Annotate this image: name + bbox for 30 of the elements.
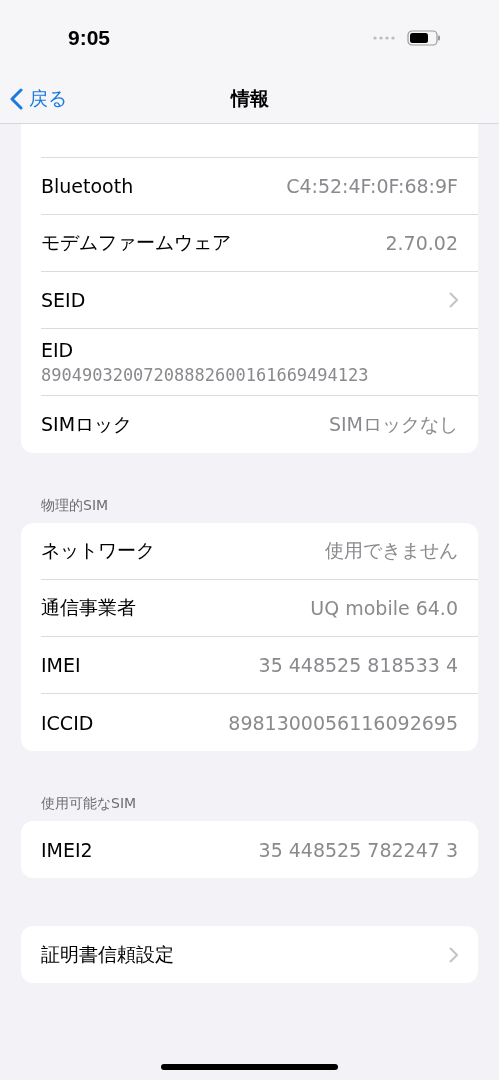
signal-icon xyxy=(373,35,395,40)
back-button[interactable]: 戻る xyxy=(10,86,67,112)
row-label: IMEI xyxy=(41,654,81,676)
row-label: ネットワーク xyxy=(41,538,155,563)
row-label: Bluetooth xyxy=(41,175,134,197)
row-value: C4:52:4F:0F:68:9F xyxy=(286,175,458,197)
row-label: 通信事業者 xyxy=(41,595,136,620)
settings-row[interactable]: 証明書信頼設定 xyxy=(41,926,478,983)
status-time: 9:05 xyxy=(68,25,111,50)
row-label: SIMロック xyxy=(41,411,133,437)
settings-row[interactable]: SEID xyxy=(41,272,478,329)
row-label: ICCID xyxy=(41,711,94,734)
row-label: モデムファームウェア xyxy=(41,230,231,255)
row-label: IMEI2 xyxy=(41,838,93,861)
nav-title: 情報 xyxy=(230,87,269,109)
chevron-icon xyxy=(449,946,458,963)
row-value: SIMロックなし xyxy=(328,411,458,437)
row-value: 35 448525 818533 4 xyxy=(258,654,458,676)
row-value: UQ mobile 64.0 xyxy=(310,597,458,619)
battery-icon xyxy=(407,29,441,46)
section-header: 使用可能なSIM xyxy=(40,795,138,813)
section-header: 物理的SIM xyxy=(40,497,110,515)
chevron-icon xyxy=(449,292,458,308)
row-value: 89049032007208882600161669494123 xyxy=(41,365,369,385)
row-value: 2.70.02 xyxy=(385,232,458,254)
row-value: 8981300056116092695 xyxy=(228,711,458,734)
row-value: 35 448525 782247 3 xyxy=(258,838,458,861)
chevron-icon xyxy=(10,88,23,110)
row-label: EID xyxy=(41,339,74,361)
row-value: 使用できません xyxy=(325,538,458,563)
